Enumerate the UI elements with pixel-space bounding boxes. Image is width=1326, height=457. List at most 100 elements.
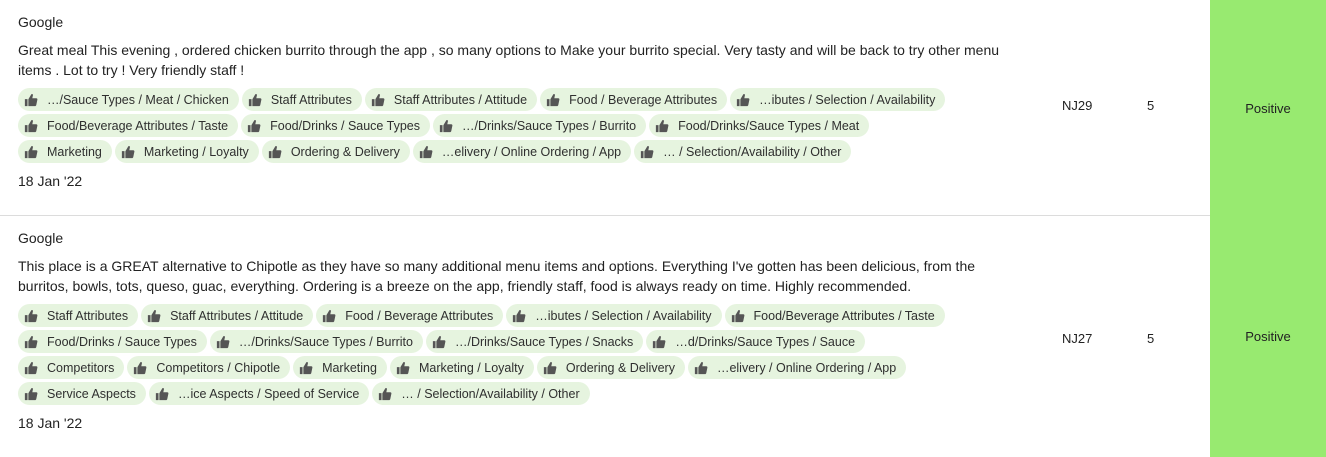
topic-tag[interactable]: …/Drinks/Sauce Types / Snacks (425, 330, 644, 353)
topic-tag-label: … / Selection/Availability / Other (401, 386, 580, 401)
topic-tag[interactable]: Food/Beverage Attributes / Taste (18, 114, 239, 137)
topic-tag[interactable]: Ordering & Delivery (261, 140, 410, 163)
topic-tag-label: Marketing (47, 144, 102, 159)
topic-tag[interactable]: … / Selection/Availability / Other (634, 140, 852, 163)
topic-tag-label: Competitors (47, 360, 115, 375)
tag-list: Staff Attributes Staff Attributes / Attit… (18, 304, 948, 405)
topic-tag[interactable]: Staff Attributes / Attitude (364, 88, 538, 111)
topic-tag[interactable]: Food / Beverage Attributes (540, 88, 728, 111)
topic-tag-label: …/Drinks/Sauce Types / Burrito (238, 334, 413, 349)
thumbs-up-icon (24, 145, 38, 159)
topic-tag[interactable]: Ordering & Delivery (536, 356, 685, 379)
store-code: NJ29 (1062, 98, 1093, 113)
thumbs-up-icon (322, 309, 336, 323)
topic-tag[interactable]: …elivery / Online Ordering / App (412, 140, 632, 163)
topic-tag-label: …/Sauce Types / Meat / Chicken (47, 92, 229, 107)
topic-tag-label: Food/Beverage Attributes / Taste (47, 118, 229, 133)
topic-tag-label: Ordering & Delivery (290, 144, 400, 159)
topic-tag-label: Staff Attributes (47, 308, 129, 323)
topic-tag[interactable]: …ibutes / Selection / Availability (730, 88, 946, 111)
thumbs-up-icon (299, 361, 313, 375)
topic-tag[interactable]: Staff Attributes / Attitude (141, 304, 314, 327)
topic-tag-label: Staff Attributes / Attitude (393, 92, 528, 107)
topic-tag[interactable]: …ibutes / Selection / Availability (506, 304, 722, 327)
thumbs-up-icon (543, 361, 557, 375)
topic-tag-label: …/Drinks/Sauce Types / Burrito (461, 118, 637, 133)
topic-tag[interactable]: Marketing (18, 140, 112, 163)
thumbs-up-icon (378, 387, 392, 401)
thumbs-up-icon (371, 93, 385, 107)
thumbs-up-icon (736, 93, 750, 107)
topic-tag-label: …ice Aspects / Speed of Service (177, 386, 360, 401)
topic-tag[interactable]: …ice Aspects / Speed of Service (148, 382, 370, 405)
topic-tag[interactable]: Competitors (18, 356, 125, 379)
review-row[interactable]: Google This place is a GREAT alternative… (0, 216, 1326, 457)
topic-tag[interactable]: Staff Attributes (241, 88, 362, 111)
thumbs-up-icon (419, 145, 433, 159)
topic-tag-label: Marketing (322, 360, 377, 375)
topic-tag-label: Food / Beverage Attributes (345, 308, 494, 323)
topic-tag[interactable]: Food/Drinks / Sauce Types (18, 330, 207, 353)
thumbs-up-icon (247, 119, 261, 133)
thumbs-up-icon (640, 145, 654, 159)
topic-tag[interactable]: Service Aspects (18, 382, 146, 405)
topic-tag-label: …ibutes / Selection / Availability (535, 308, 712, 323)
topic-tag-label: Staff Attributes (270, 92, 352, 107)
topic-tag[interactable]: Competitors / Chipotle (127, 356, 291, 379)
review-date: 18 Jan '22 (18, 173, 83, 189)
topic-tag-label: … / Selection/Availability / Other (663, 144, 842, 159)
topic-tag[interactable]: …elivery / Online Ordering / App (687, 356, 907, 379)
topic-tag[interactable]: …/Sauce Types / Meat / Chicken (18, 88, 239, 111)
review-date: 18 Jan '22 (18, 415, 83, 431)
topic-tag-label: Food/Beverage Attributes / Taste (753, 308, 935, 323)
thumbs-up-icon (24, 387, 38, 401)
topic-tag-label: Marketing / Loyalty (143, 144, 249, 159)
sentiment-badge: Positive (1210, 0, 1326, 216)
thumbs-up-icon (396, 361, 410, 375)
topic-tag[interactable]: … / Selection/Availability / Other (372, 382, 590, 405)
topic-tag[interactable]: Food/Drinks/Sauce Types / Meat (649, 114, 870, 137)
thumbs-up-icon (216, 335, 230, 349)
topic-tag[interactable]: Food/Drinks / Sauce Types (241, 114, 430, 137)
topic-tag[interactable]: …/Drinks/Sauce Types / Burrito (209, 330, 423, 353)
topic-tag-label: Ordering & Delivery (565, 360, 675, 375)
thumbs-up-icon (121, 145, 135, 159)
review-content: Google This place is a GREAT alternative… (18, 216, 1028, 431)
topic-tag-label: Marketing / Loyalty (418, 360, 524, 375)
topic-tag[interactable]: Marketing / Loyalty (114, 140, 259, 163)
topic-tag-label: …/Drinks/Sauce Types / Snacks (454, 334, 634, 349)
topic-tag-label: Food/Drinks/Sauce Types / Meat (678, 118, 860, 133)
topic-tag-label: Food/Drinks / Sauce Types (270, 118, 420, 133)
topic-tag-label: Service Aspects (47, 386, 136, 401)
topic-tag[interactable]: Staff Attributes (18, 304, 139, 327)
review-content: Google Great meal This evening , ordered… (18, 0, 1028, 189)
thumbs-up-icon (24, 309, 38, 323)
topic-tag-label: …elivery / Online Ordering / App (716, 360, 897, 375)
topic-tag[interactable]: Food / Beverage Attributes (316, 304, 504, 327)
review-row[interactable]: Google Great meal This evening , ordered… (0, 0, 1326, 216)
rating-value: 5 (1147, 331, 1155, 346)
thumbs-up-icon (512, 309, 526, 323)
topic-tag[interactable]: Food/Beverage Attributes / Taste (724, 304, 945, 327)
topic-tag-label: Food/Drinks / Sauce Types (47, 334, 197, 349)
thumbs-up-icon (268, 145, 282, 159)
sentiment-badge: Positive (1210, 216, 1326, 457)
store-code: NJ27 (1062, 331, 1093, 346)
topic-tag[interactable]: …d/Drinks/Sauce Types / Sauce (646, 330, 866, 353)
review-text: Great meal This evening , ordered chicke… (18, 42, 1000, 78)
thumbs-up-icon (24, 335, 38, 349)
thumbs-up-icon (24, 361, 38, 375)
topic-tag[interactable]: Marketing / Loyalty (389, 356, 534, 379)
thumbs-up-icon (694, 361, 708, 375)
review-source: Google (18, 14, 64, 30)
thumbs-up-icon (24, 119, 38, 133)
topic-tag[interactable]: Marketing (293, 356, 387, 379)
topic-tag-label: Competitors / Chipotle (156, 360, 281, 375)
thumbs-up-icon (133, 361, 147, 375)
reviews-table: Google Great meal This evening , ordered… (0, 0, 1326, 457)
thumbs-up-icon (652, 335, 666, 349)
topic-tag-label: Food / Beverage Attributes (569, 92, 718, 107)
topic-tag-label: …ibutes / Selection / Availability (759, 92, 936, 107)
review-source: Google (18, 230, 64, 246)
topic-tag[interactable]: …/Drinks/Sauce Types / Burrito (432, 114, 647, 137)
